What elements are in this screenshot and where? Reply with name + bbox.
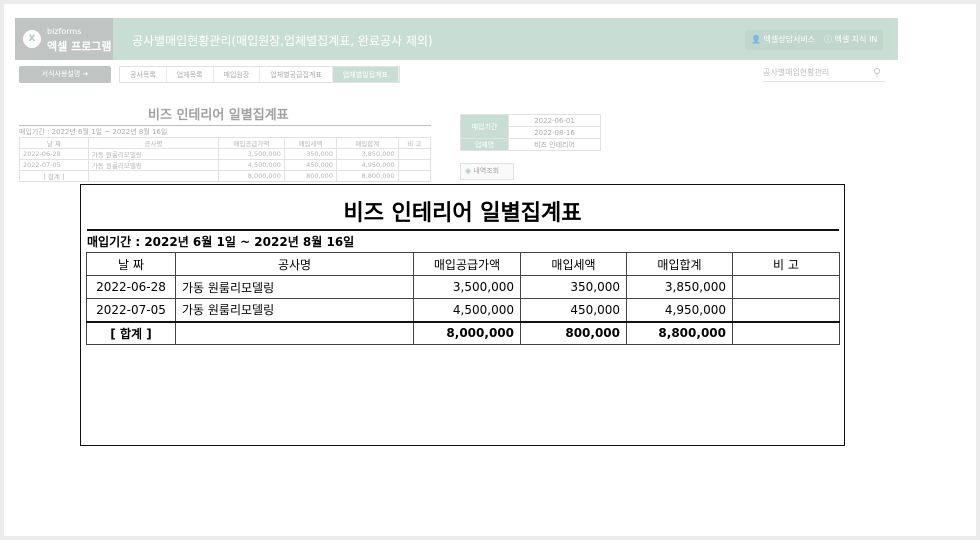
col-supply: 매입공급가액: [413, 252, 521, 276]
col-total: 매입합계: [626, 252, 733, 276]
cell: 4,500,000: [217, 159, 285, 171]
cell: [ 합계 ]: [19, 170, 89, 182]
tab-vendor-summary[interactable]: 업체별공급집계표: [260, 67, 333, 82]
cell: 가동 원룸리모델링: [87, 159, 219, 171]
cell-note: [732, 320, 840, 345]
col: 매입공급가액: [217, 137, 285, 149]
cell: 450,000: [283, 159, 337, 171]
page-title: 공사별매입현황관리(매입원장,업체별집계표, 완료공사 제외): [132, 34, 433, 48]
cell-total: 4,950,000: [626, 298, 733, 322]
col-date: 날 짜: [86, 252, 176, 276]
logo: Xbizforms 엑셀 프로그램: [15, 18, 113, 60]
col-note: 비 고: [732, 252, 840, 276]
cell-note: [732, 298, 840, 322]
report-title: 비즈 인테리어 일별집계표: [343, 201, 582, 226]
query-label: 내역조회: [473, 167, 500, 175]
filter-table: 매입기간 2022-06-01 2022-08-16 업체명 비즈 인테리어: [460, 114, 601, 151]
cell: 2022-06-28: [19, 148, 89, 160]
cell: 8,000,000: [217, 170, 285, 182]
col-project: 공사명: [175, 252, 414, 276]
cell-date: 2022-07-05: [86, 298, 176, 322]
divider: [19, 125, 431, 126]
small-report-table: 날 짜 공사명 매입공급가액 매입세액 매입합계 비 고 2022-06-28 가동 원룸리…: [19, 137, 432, 182]
small-report-title: 비즈 인테리어 일별집계표: [148, 108, 289, 123]
tab-projects[interactable]: 공사목록: [120, 67, 167, 82]
cell-date: 2022-06-28: [86, 275, 176, 299]
cell-note: [732, 275, 840, 299]
total-label: [ 합계 ]: [86, 320, 176, 345]
tab-vendors[interactable]: 업체목록: [167, 67, 214, 82]
total-row: [ 합계 ] 8,000,000 800,000 8,800,000: [86, 320, 840, 345]
small-period: 매입기간 : 2022년 6월 1일 ~ 2022년 8월 16일: [19, 128, 168, 136]
list-icon: ◉: [465, 167, 472, 175]
cell: 3,500,000: [217, 148, 285, 160]
table-row: 2022-07-05 가동 원룸리모델링 4,500,000 450,000 4,950…: [86, 298, 840, 322]
logo-big: 엑셀 프로그램: [47, 40, 112, 53]
col: 매입세액: [283, 137, 337, 149]
start-date-field[interactable]: 2022-06-01: [508, 114, 601, 127]
cell: 2022-07-05: [19, 159, 89, 171]
period-label: 매입기간: [460, 114, 509, 139]
table-row: 2022-06-28 가동 원룸리모델링 3,500,000 350,000 3,850…: [86, 275, 840, 299]
excel-icon: X: [23, 30, 41, 48]
guide-label: 서식사용설명: [41, 70, 81, 78]
vendor-label: 업체명: [460, 138, 509, 151]
end-date-field[interactable]: 2022-08-16: [508, 126, 601, 139]
vendor-field[interactable]: 비즈 인테리어: [508, 138, 601, 151]
report-table: 날 짜 공사명 매입공급가액 매입세액 매입합계 비 고 2022-06-28 가…: [86, 252, 840, 345]
total-sum: 8,800,000: [626, 320, 733, 345]
search-icon[interactable]: ⚲: [873, 64, 881, 82]
knowledge-button[interactable]: ⓘ 엑셀 지식 IN: [818, 30, 884, 50]
cell-supply: 4,500,000: [413, 298, 521, 322]
logo-small: bizforms: [47, 27, 82, 36]
cell: 4,950,000: [335, 159, 399, 171]
cell-total: 3,850,000: [626, 275, 733, 299]
cell-supply: 3,500,000: [413, 275, 521, 299]
cell: 3,850,000: [335, 148, 399, 160]
consult-button[interactable]: 👤 엑셀상담서비스: [745, 30, 822, 50]
cell: 800,000: [283, 170, 337, 182]
col-tax: 매입세액: [520, 252, 627, 276]
cell-project: [175, 320, 414, 345]
tab-ledger[interactable]: 매입원장: [214, 67, 261, 82]
knowledge-label: 엑셀 지식 IN: [834, 35, 878, 44]
col: 공사명: [87, 137, 219, 149]
cell: 350,000: [283, 148, 337, 160]
col: 비 고: [397, 137, 432, 149]
cell: 가동 원룸리모델링: [87, 148, 219, 160]
search-input[interactable]: 공사별매입현황관리 ⚲: [763, 64, 885, 82]
cell-project: 가동 원룸리모델링: [175, 298, 414, 322]
guide-button[interactable]: 서식사용설명 ➔: [19, 66, 111, 83]
cell: 8,800,000: [335, 170, 399, 182]
title-underline: [87, 229, 839, 231]
total-tax: 800,000: [520, 320, 627, 345]
tab-bar: 공사목록 업체목록 매입원장 업체별공급집계표 업체별일집계표: [119, 66, 400, 83]
report-period: 매입기간 : 2022년 6월 1일 ~ 2022년 8월 16일: [87, 235, 355, 249]
col: 날 짜: [19, 137, 89, 149]
zoomed-report: 비즈 인테리어 일별집계표 매입기간 : 2022년 6월 1일 ~ 2022년…: [80, 184, 845, 446]
header: Xbizforms 엑셀 프로그램 공사별매입현황관리(매입원장,업체별집계표, …: [15, 18, 898, 60]
col: 매입합계: [335, 137, 399, 149]
query-button[interactable]: ◉ 내역조회: [460, 163, 514, 180]
cell-tax: 350,000: [520, 275, 627, 299]
total-supply: 8,000,000: [413, 320, 521, 345]
cell-project: 가동 원룸리모델링: [175, 275, 414, 299]
consult-label: 엑셀상담서비스: [763, 35, 816, 44]
search-placeholder: 공사별매입현황관리: [763, 68, 830, 77]
cell-tax: 450,000: [520, 298, 627, 322]
tab-daily-summary[interactable]: 업체별일집계표: [332, 67, 399, 82]
